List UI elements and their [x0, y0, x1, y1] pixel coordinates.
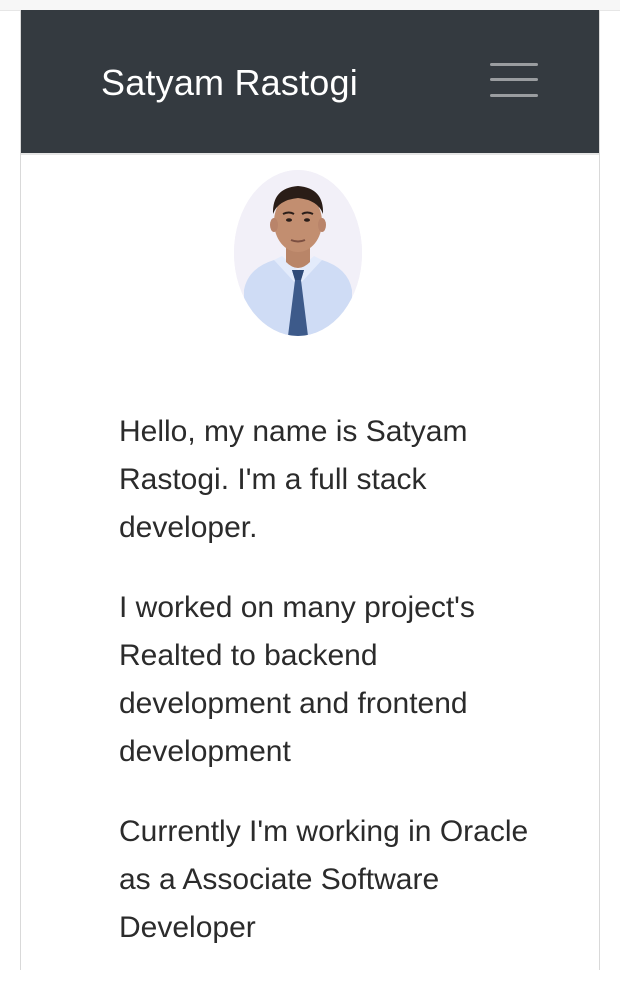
navbar-toggler-button[interactable] — [490, 61, 540, 101]
page-container: Satyam Rastogi Hello, my name is Satyam … — [20, 10, 600, 970]
profile-photo-icon — [234, 170, 362, 336]
about-paragraph-3: Currently I'm working in Oracle as a Ass… — [119, 815, 529, 944]
about-paragraph-2: I worked on many project's Realted to ba… — [119, 591, 475, 768]
avatar — [234, 170, 362, 336]
about-paragraph-1: Hello, my name is Satyam Rastogi. I'm a … — [119, 415, 468, 544]
hamburger-menu-icon — [490, 63, 538, 66]
about-section: Hello, my name is Satyam Rastogi. I'm a … — [119, 408, 539, 984]
navbar-brand[interactable]: Satyam Rastogi — [101, 61, 358, 105]
navbar: Satyam Rastogi — [21, 10, 599, 155]
